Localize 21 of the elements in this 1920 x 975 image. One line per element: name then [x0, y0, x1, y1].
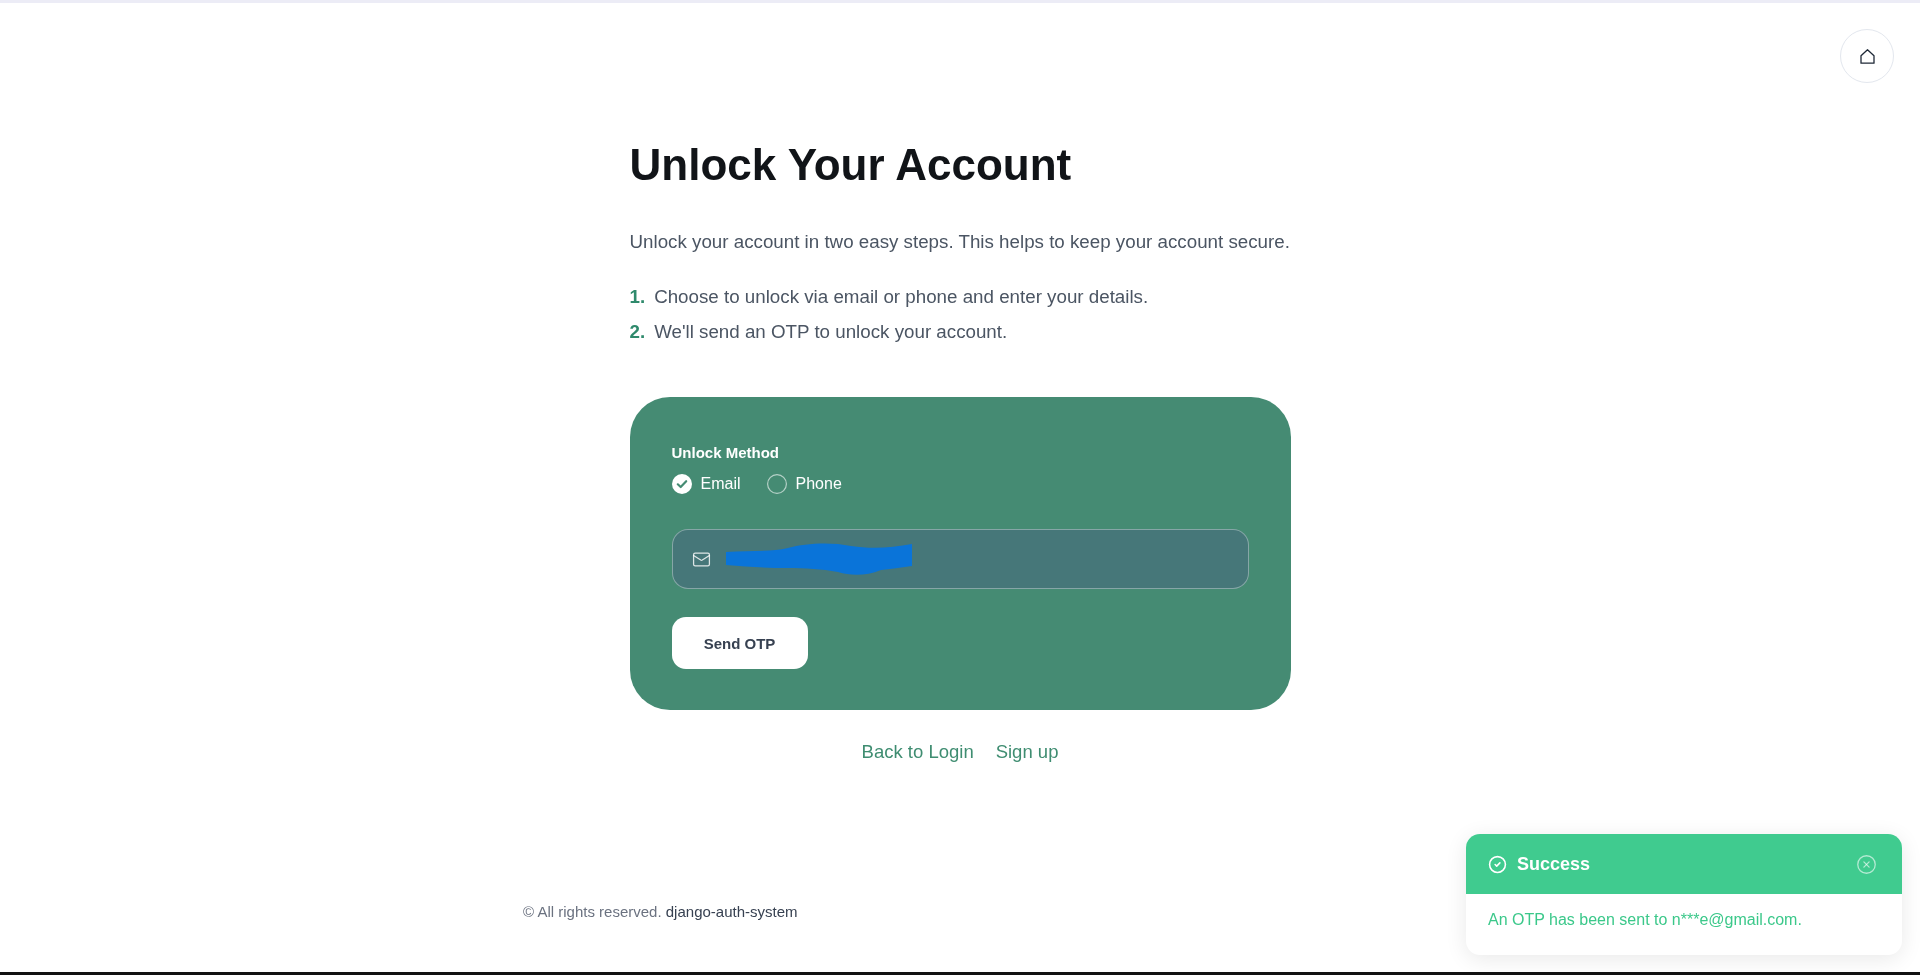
toast-message: An OTP has been sent to n***e@gmail.com.: [1488, 910, 1803, 930]
step-number: 2.: [629, 320, 646, 344]
text-link[interactable]: Sign up: [995, 738, 1059, 765]
page-title: Unlock Your Account: [629, 139, 1073, 191]
toast-title: Success: [1517, 853, 1591, 876]
radio-option[interactable]: Email: [671, 473, 741, 495]
home-icon: [1859, 48, 1875, 64]
step-text: We'll send an OTP to unlock your account.: [654, 320, 1008, 344]
home-button[interactable]: [1840, 29, 1894, 83]
intro-text: Unlock your account in two easy steps. This helps to keep your account secure.: [629, 230, 1291, 254]
footer-text: © All rights reserved. django-auth-system: [523, 902, 799, 922]
step-number: 1.: [629, 285, 646, 309]
step-text: Choose to unlock via email or phone and enter your details.: [654, 285, 1149, 309]
unlock-method-label: Unlock Method: [671, 443, 779, 463]
close-icon: [1856, 853, 1877, 875]
email-input-field[interactable]: [671, 529, 1249, 589]
close-button[interactable]: [1856, 853, 1877, 875]
send-otp-button[interactable]: Send OTP: [671, 617, 808, 669]
check-circle-icon: [1488, 854, 1507, 874]
text-link[interactable]: Back to Login: [861, 738, 974, 765]
radio-option[interactable]: Phone: [766, 473, 842, 495]
